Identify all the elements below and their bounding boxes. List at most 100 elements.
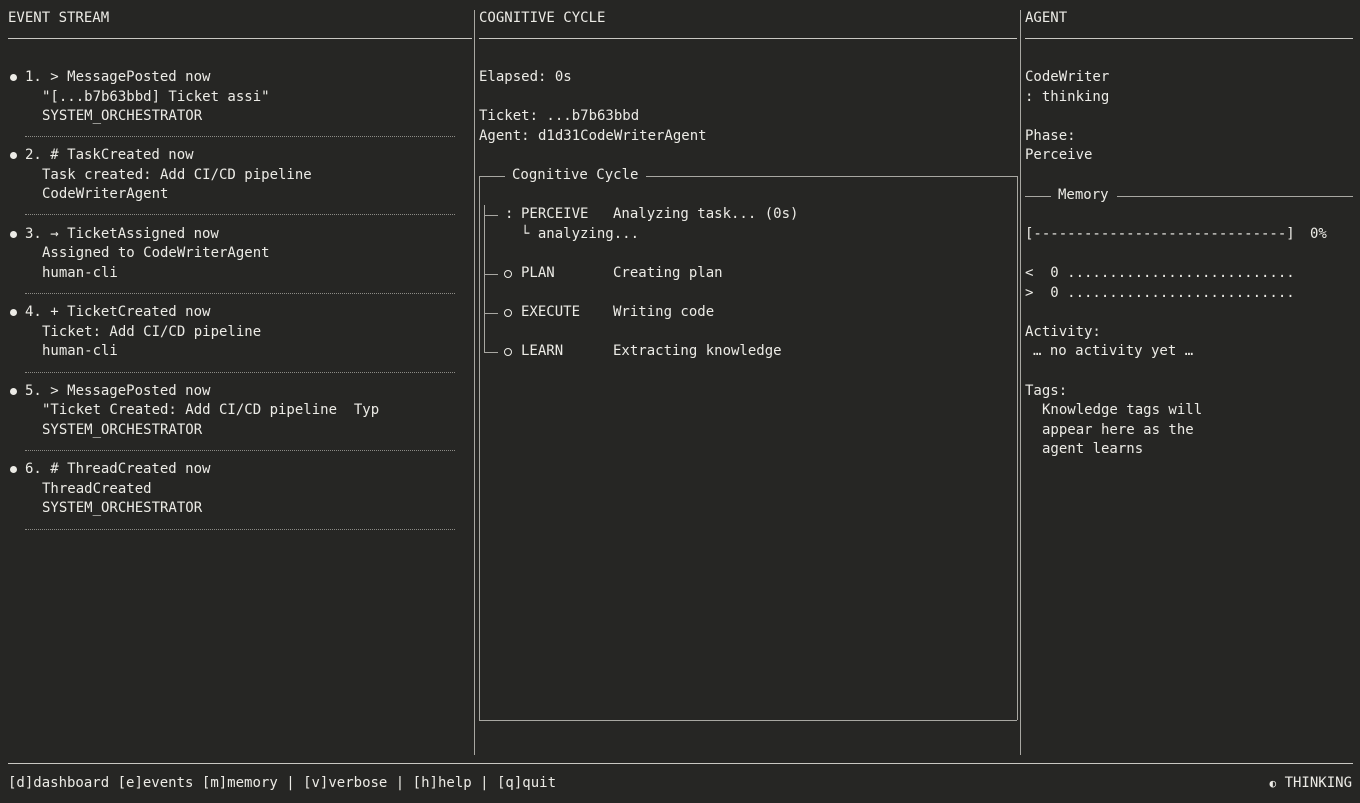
event-divider bbox=[25, 529, 455, 530]
pending-circle-icon bbox=[504, 348, 512, 356]
phase-marker: : bbox=[505, 206, 514, 222]
phase-name: PERCEIVE bbox=[521, 206, 589, 222]
tags-text: agent learns bbox=[1042, 441, 1144, 457]
agent-panel: AGENT CodeWriter : thinking Phase: Perce… bbox=[1025, 0, 1353, 755]
event-source: SYSTEM_ORCHESTRATOR bbox=[42, 500, 203, 516]
box-bottom bbox=[479, 720, 1017, 721]
event-detail: Assigned to CodeWriterAgent bbox=[42, 245, 270, 261]
pending-circle-icon bbox=[504, 270, 512, 278]
event-head: 1. > MessagePosted now bbox=[25, 69, 211, 85]
key-quit[interactable]: [q]quit bbox=[497, 775, 556, 791]
panel-title-events: EVENT STREAM bbox=[8, 10, 110, 26]
event-source: CodeWriterAgent bbox=[42, 186, 169, 202]
phase-value: Perceive bbox=[1025, 147, 1093, 163]
event-head: 2. # TaskCreated now bbox=[25, 147, 194, 163]
memory-percent: 0% bbox=[1310, 226, 1327, 242]
event-detail: "[...b7b63bbd] Ticket assi" bbox=[42, 89, 270, 105]
tags-text: appear here as the bbox=[1042, 422, 1194, 438]
bullet-icon bbox=[10, 231, 17, 238]
box-top-right bbox=[646, 176, 1017, 177]
footer-separator: | bbox=[395, 775, 405, 791]
phase-desc: Extracting knowledge bbox=[613, 343, 782, 359]
bullet-icon bbox=[10, 309, 17, 316]
panel-divider bbox=[474, 10, 475, 755]
status-indicator: ◐ THINKING bbox=[1270, 774, 1353, 794]
event-divider bbox=[25, 293, 455, 294]
elapsed-label: Elapsed: 0s bbox=[479, 69, 572, 85]
tree-trunk bbox=[484, 205, 485, 353]
event-divider bbox=[25, 136, 455, 137]
phase-label: Phase: bbox=[1025, 128, 1076, 144]
event-head: 3. → TicketAssigned now bbox=[25, 226, 219, 242]
panel-divider bbox=[1020, 10, 1021, 755]
phase-sub: └ analyzing... bbox=[521, 226, 640, 242]
key-dashboard[interactable]: [d]dashboard bbox=[8, 775, 109, 791]
tree-branch bbox=[484, 352, 498, 353]
key-help[interactable]: [h]help bbox=[413, 775, 472, 791]
agent-state: : thinking bbox=[1025, 89, 1110, 105]
agent-label: Agent: d1d31CodeWriterAgent bbox=[479, 128, 707, 144]
tree-branch bbox=[484, 274, 498, 275]
memory-rule-left bbox=[1025, 196, 1051, 197]
event-detail: Task created: Add CI/CD pipeline bbox=[42, 167, 312, 183]
event-divider bbox=[25, 372, 455, 373]
phase-desc: Analyzing task... (0s) bbox=[613, 206, 799, 222]
key-memory[interactable]: [m]memory bbox=[202, 775, 278, 791]
event-head: 4. + TicketCreated now bbox=[25, 304, 211, 320]
event-source: SYSTEM_ORCHESTRATOR bbox=[42, 422, 203, 438]
key-events[interactable]: [e]events bbox=[118, 775, 194, 791]
bullet-icon bbox=[10, 388, 17, 395]
event-divider bbox=[25, 450, 455, 451]
phase-name: EXECUTE bbox=[521, 304, 581, 320]
panel-title-agent: AGENT bbox=[1025, 10, 1068, 26]
event-detail: ThreadCreated bbox=[42, 481, 152, 497]
tags-label: Tags: bbox=[1025, 383, 1068, 399]
agent-name: CodeWriter bbox=[1025, 69, 1110, 85]
tree-branch bbox=[484, 313, 498, 314]
event-source: SYSTEM_ORCHESTRATOR bbox=[42, 108, 203, 124]
memory-title: Memory bbox=[1058, 187, 1109, 203]
cycle-section-title: Cognitive Cycle bbox=[512, 167, 639, 183]
phase-name: LEARN bbox=[521, 343, 564, 359]
key-verbose[interactable]: [v]verbose bbox=[303, 775, 387, 791]
phase-name: PLAN bbox=[521, 265, 555, 281]
panel-title-cycle: COGNITIVE CYCLE bbox=[479, 10, 606, 26]
ticket-label: Ticket: ...b7b63bbd bbox=[479, 108, 640, 124]
bullet-icon bbox=[10, 74, 17, 81]
tags-text: Knowledge tags will bbox=[1042, 402, 1203, 418]
panel-rule bbox=[8, 38, 472, 39]
phase-desc: Creating plan bbox=[613, 265, 723, 281]
activity-value: … no activity yet … bbox=[1033, 343, 1194, 359]
box-left bbox=[479, 176, 480, 720]
box-top-left bbox=[479, 176, 505, 177]
event-head: 6. # ThreadCreated now bbox=[25, 461, 211, 477]
panel-rule bbox=[1025, 38, 1353, 39]
event-detail: "Ticket Created: Add CI/CD pipeline Typ bbox=[42, 402, 380, 418]
event-detail: Ticket: Add CI/CD pipeline bbox=[42, 324, 262, 340]
footer-separator: | bbox=[480, 775, 489, 791]
event-source: human-cli bbox=[42, 343, 118, 359]
terminal-app: EVENT STREAM 1. > MessagePosted now "[..… bbox=[0, 0, 1360, 803]
memory-inbound: < 0 ........................... bbox=[1025, 265, 1295, 281]
event-head: 5. > MessagePosted now bbox=[25, 383, 211, 399]
event-divider bbox=[25, 214, 455, 215]
memory-rule-right bbox=[1117, 196, 1353, 197]
pending-circle-icon bbox=[504, 309, 512, 317]
phase-desc: Writing code bbox=[613, 304, 715, 320]
activity-label: Activity: bbox=[1025, 324, 1101, 340]
keybinding-bar: [d]dashboard [e]events [m]memory | [v]ve… bbox=[8, 774, 556, 794]
panel-rule bbox=[479, 38, 1017, 39]
memory-outbound: > 0 ........................... bbox=[1025, 285, 1295, 301]
memory-bar: [------------------------------] bbox=[1025, 226, 1295, 242]
status-half-circle-icon: ◐ bbox=[1269, 777, 1277, 790]
box-right bbox=[1017, 176, 1018, 720]
event-stream-panel: EVENT STREAM 1. > MessagePosted now "[..… bbox=[8, 0, 472, 755]
bullet-icon bbox=[10, 466, 17, 473]
event-source: human-cli bbox=[42, 265, 118, 281]
tree-branch bbox=[484, 215, 498, 216]
status-text: THINKING bbox=[1284, 775, 1352, 791]
footer-separator: | bbox=[286, 775, 295, 791]
footer-rule bbox=[8, 763, 1353, 764]
bullet-icon bbox=[10, 152, 17, 159]
cognitive-cycle-panel: COGNITIVE CYCLE Elapsed: 0s Ticket: ...b… bbox=[479, 0, 1019, 755]
